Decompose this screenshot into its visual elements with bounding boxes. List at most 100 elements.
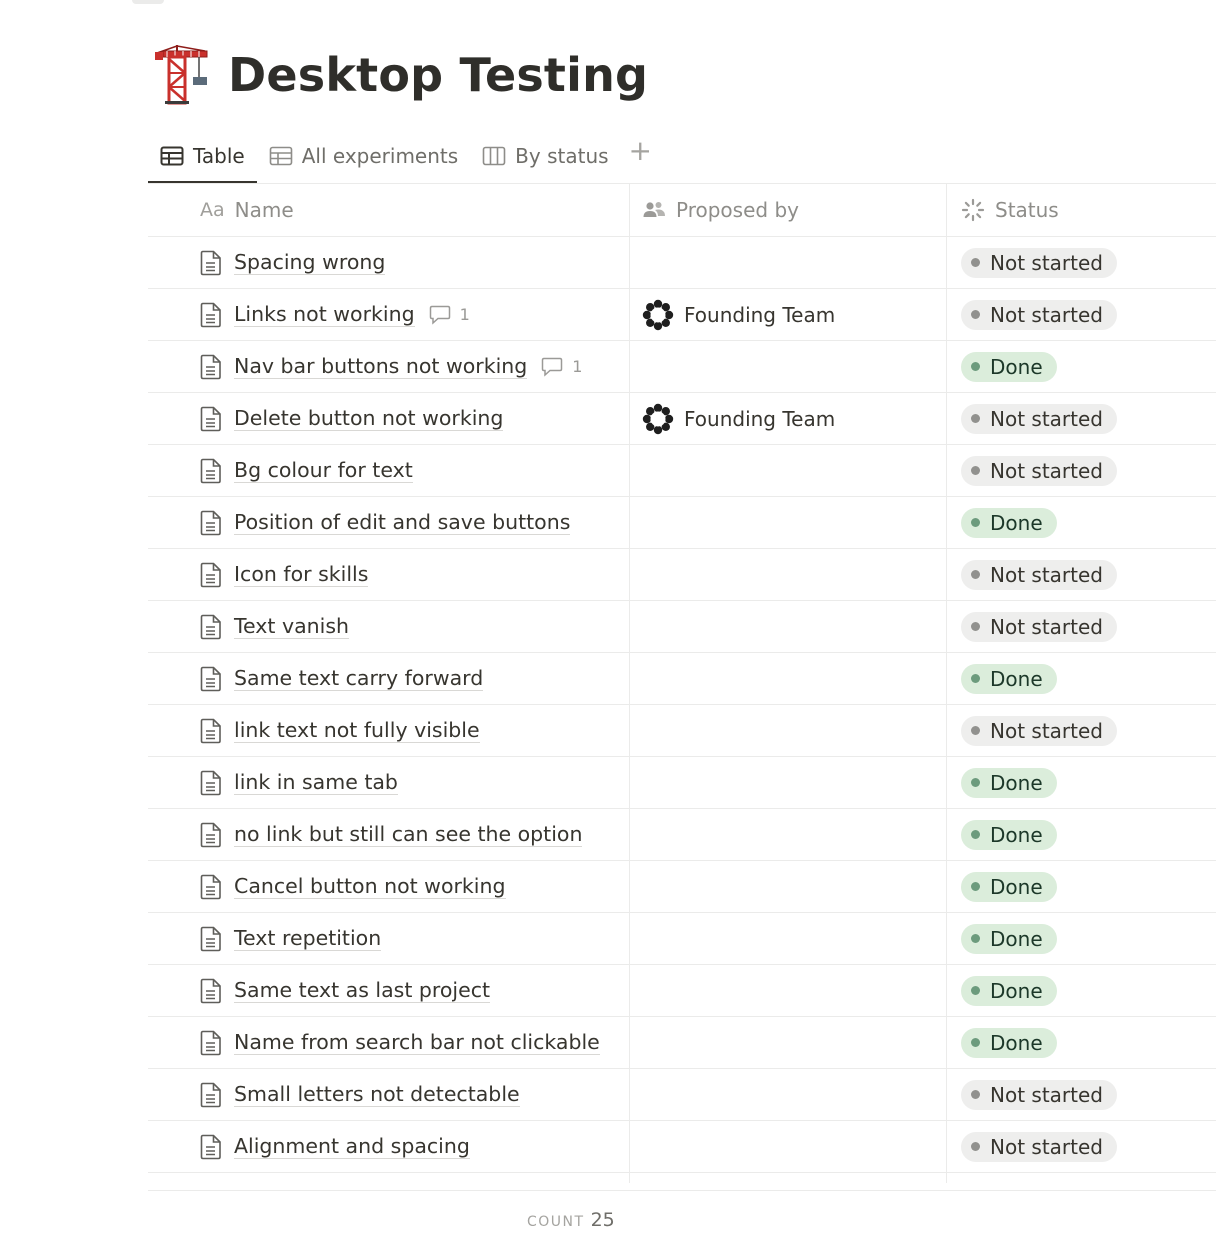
row-title-link[interactable]: no link but still can see the option <box>234 822 583 847</box>
cell-proposed-by[interactable] <box>630 965 947 1016</box>
status-badge[interactable]: Not started <box>961 455 1117 486</box>
cell-status[interactable]: Not started <box>947 1121 1216 1172</box>
cell-status[interactable]: Not started <box>947 393 1216 444</box>
cell-name[interactable]: Name from search bar not clickable <box>148 1017 630 1068</box>
cell-proposed-by[interactable] <box>630 1069 947 1120</box>
table-row[interactable]: Delete button not working Founding Team No… <box>148 393 1216 445</box>
table-row[interactable]: Small letters not detectable Not started <box>148 1069 1216 1121</box>
row-title-link[interactable]: Nav bar buttons not working <box>234 354 528 379</box>
row-title-link[interactable]: Cancel button not working <box>234 874 506 899</box>
cell-name[interactable]: Cancel button not working <box>148 861 630 912</box>
cell-proposed-by[interactable]: Founding Team <box>630 289 947 340</box>
row-title-link[interactable]: Small letters not detectable <box>234 1082 520 1107</box>
add-view-button[interactable]: + <box>621 124 660 182</box>
row-title-link[interactable]: Same text carry forward <box>234 666 484 691</box>
cell-name[interactable]: Small letters not detectable <box>148 1069 630 1120</box>
person-chip[interactable]: Founding Team <box>642 299 835 331</box>
status-badge[interactable]: Done <box>961 767 1057 798</box>
status-badge[interactable]: Done <box>961 923 1057 954</box>
row-title-link[interactable]: link in same tab <box>234 770 398 795</box>
comment-indicator[interactable]: 1 <box>541 357 582 377</box>
status-badge[interactable]: Not started <box>961 299 1117 330</box>
row-title-link[interactable]: Links not working <box>234 302 415 327</box>
cell-status[interactable]: Done <box>947 861 1216 912</box>
cell-name[interactable]: Icon for skills <box>148 549 630 600</box>
cell-status[interactable]: Done <box>947 341 1216 392</box>
table-row[interactable]: link text not fully visible Not started <box>148 705 1216 757</box>
row-title-link[interactable]: Text vanish <box>234 614 350 639</box>
column-header-name[interactable]: Aa Name <box>148 184 630 236</box>
cell-status[interactable]: Done <box>947 1017 1216 1068</box>
table-row[interactable]: Spacing wrong Not started <box>148 237 1216 289</box>
cell-name[interactable]: Links not working 1 <box>148 289 630 340</box>
table-row[interactable]: Position of edit and save buttons Done <box>148 497 1216 549</box>
row-title-link[interactable]: Name from search bar not clickable <box>234 1030 600 1055</box>
cell-proposed-by[interactable] <box>630 653 947 704</box>
table-row[interactable]: Icon for skills Not started <box>148 549 1216 601</box>
person-chip[interactable]: Founding Team <box>642 403 835 435</box>
cell-name[interactable]: no link but still can see the option <box>148 809 630 860</box>
cell-proposed-by[interactable]: Founding Team <box>630 393 947 444</box>
cell-proposed-by[interactable] <box>630 497 947 548</box>
row-title-link[interactable]: Text repetition <box>234 926 382 951</box>
table-row[interactable]: link in same tab Done <box>148 757 1216 809</box>
cell-status[interactable]: Not started <box>947 601 1216 652</box>
count-summary[interactable]: COUNT 25 <box>527 1209 615 1231</box>
row-title-link[interactable]: Position of edit and save buttons <box>234 510 571 535</box>
status-badge[interactable]: Done <box>961 507 1057 538</box>
table-row[interactable]: Nav bar buttons not working 1 Done <box>148 341 1216 393</box>
cell-name[interactable]: Spacing wrong <box>148 237 630 288</box>
cell-proposed-by[interactable] <box>630 549 947 600</box>
row-title-link[interactable]: link text not fully visible <box>234 718 480 743</box>
table-row[interactable]: Alignment and spacing Not started <box>148 1121 1216 1173</box>
cell-status[interactable]: Not started <box>947 237 1216 288</box>
status-badge[interactable]: Done <box>961 819 1057 850</box>
cell-status[interactable]: Done <box>947 497 1216 548</box>
comment-indicator[interactable]: 1 <box>429 305 470 325</box>
cell-status[interactable]: Not started <box>947 705 1216 756</box>
cell-name[interactable]: Bg colour for text <box>148 445 630 496</box>
row-title-link[interactable]: Delete button not working <box>234 406 504 431</box>
cell-name[interactable]: link text not fully visible <box>148 705 630 756</box>
status-badge[interactable]: Not started <box>961 559 1117 590</box>
row-title-link[interactable]: Same text as last project <box>234 978 491 1003</box>
status-badge[interactable]: Done <box>961 351 1057 382</box>
cell-proposed-by[interactable] <box>630 1121 947 1172</box>
table-row[interactable]: Cancel button not working Done <box>148 861 1216 913</box>
table-row[interactable]: Text vanish Not started <box>148 601 1216 653</box>
cell-proposed-by[interactable] <box>630 1017 947 1068</box>
tab-by-status[interactable]: By status <box>470 130 620 182</box>
cell-name[interactable]: Alignment and spacing <box>148 1121 630 1172</box>
cell-name[interactable]: Text vanish <box>148 601 630 652</box>
row-title-link[interactable]: Spacing wrong <box>234 250 386 275</box>
cell-proposed-by[interactable] <box>630 809 947 860</box>
status-badge[interactable]: Not started <box>961 1131 1117 1162</box>
status-badge[interactable]: Not started <box>961 247 1117 278</box>
cell-proposed-by[interactable] <box>630 913 947 964</box>
row-title-link[interactable]: Icon for skills <box>234 562 369 587</box>
cell-status[interactable]: Done <box>947 965 1216 1016</box>
table-row[interactable]: Same text carry forward Done <box>148 653 1216 705</box>
cell-name[interactable]: link in same tab <box>148 757 630 808</box>
cell-status[interactable]: Not started <box>947 1069 1216 1120</box>
cell-name[interactable]: Nav bar buttons not working 1 <box>148 341 630 392</box>
cell-proposed-by[interactable] <box>630 861 947 912</box>
cell-proposed-by[interactable] <box>630 601 947 652</box>
cell-proposed-by[interactable] <box>630 757 947 808</box>
status-badge[interactable]: Done <box>961 975 1057 1006</box>
cell-status[interactable]: Not started <box>947 549 1216 600</box>
cell-proposed-by[interactable] <box>630 445 947 496</box>
row-title-link[interactable]: Alignment and spacing <box>234 1134 470 1159</box>
cell-name[interactable]: Same text as last project <box>148 965 630 1016</box>
construction-crane-icon[interactable] <box>152 43 212 107</box>
cell-status[interactable]: Done <box>947 653 1216 704</box>
cell-proposed-by[interactable] <box>630 237 947 288</box>
table-row[interactable]: Text repetition Done <box>148 913 1216 965</box>
cell-name[interactable]: Text repetition <box>148 913 630 964</box>
column-header-proposed-by[interactable]: Proposed by <box>630 184 947 236</box>
status-badge[interactable]: Done <box>961 1027 1057 1058</box>
cell-status[interactable]: Done <box>947 809 1216 860</box>
status-badge[interactable]: Not started <box>961 403 1117 434</box>
cell-status[interactable]: Not started <box>947 289 1216 340</box>
cell-name[interactable]: Same text carry forward <box>148 653 630 704</box>
